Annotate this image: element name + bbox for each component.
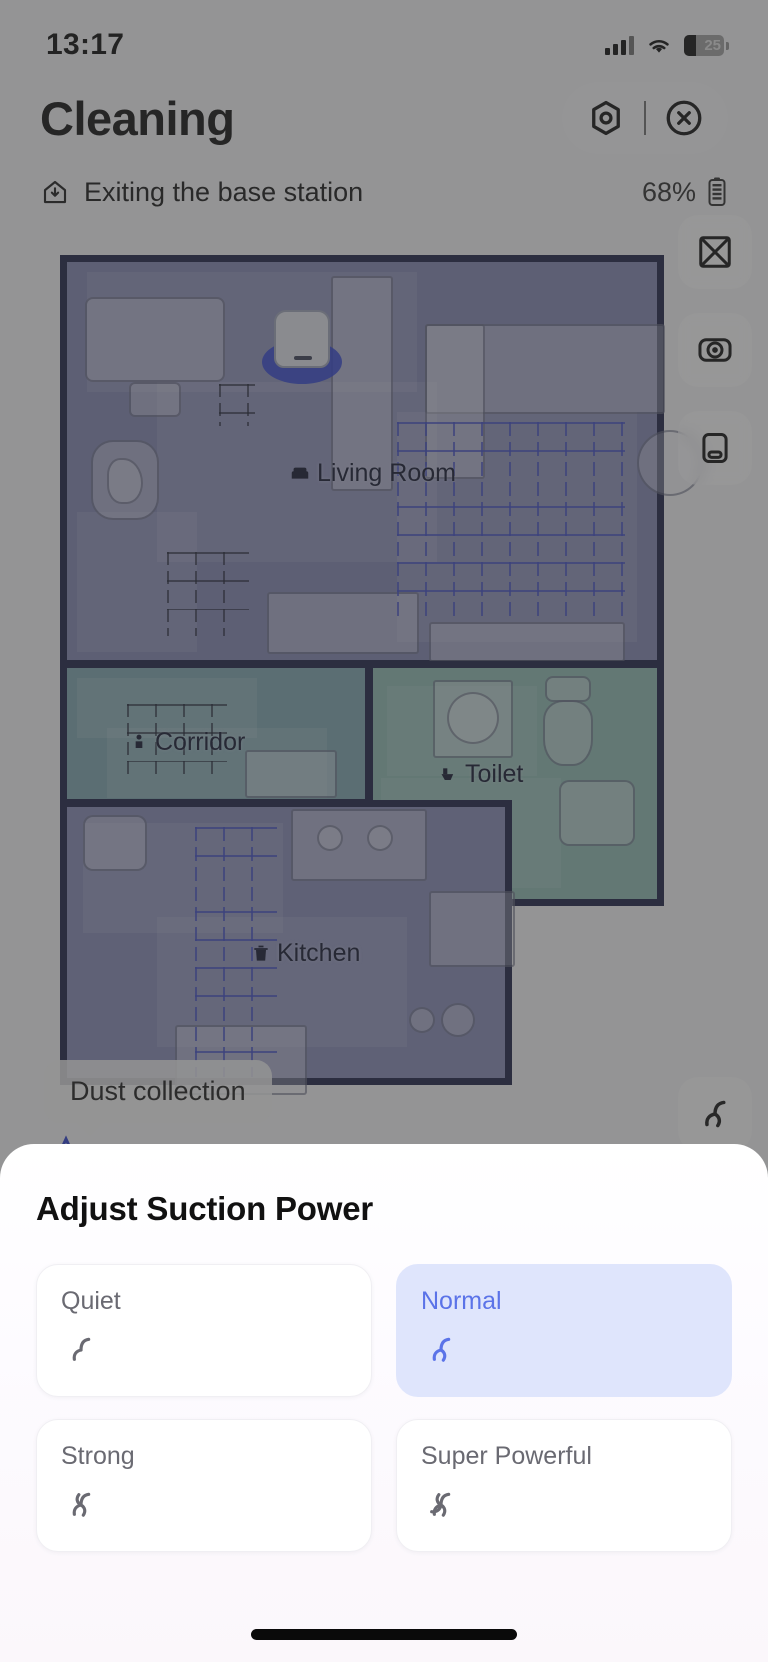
wifi-icon — [646, 36, 672, 55]
room-label-text: Corridor — [155, 728, 246, 756]
header-actions[interactable] — [562, 82, 728, 154]
battery-level-text: 25 — [704, 36, 721, 54]
battery-percent-text: 68% — [641, 176, 696, 207]
suction-mode-super-powerful[interactable]: Super Powerful — [396, 1419, 732, 1552]
battery-status: 68% — [642, 176, 728, 208]
furniture-tv-stand — [129, 382, 181, 417]
room-label-kitchen: Kitchen — [251, 939, 360, 968]
person-icon — [135, 734, 143, 748]
signal-bars-icon — [605, 35, 634, 55]
title-row: Cleaning — [40, 82, 728, 154]
mode-label: Super Powerful — [421, 1442, 592, 1470]
furniture-bench — [429, 622, 625, 662]
sofa-icon — [291, 467, 309, 479]
room-label-text: Toilet — [465, 760, 524, 788]
chair-pattern-2 — [167, 552, 249, 636]
suction-mode-grid[interactable]: Quiet Normal Strong Super Powerful — [36, 1264, 732, 1552]
status-left: Exiting the base station — [40, 177, 363, 208]
fan-icon — [705, 1100, 726, 1128]
fan-4-icon — [421, 1485, 461, 1525]
floor-plan[interactable]: Living Room Corridor Toilet Kitchen — [60, 255, 703, 1095]
status-bar: 13:17 25 — [0, 0, 768, 72]
suction-power-sheet: Adjust Suction Power Quiet Normal Strong… — [0, 1144, 768, 1662]
dock-station-icon — [702, 433, 728, 463]
furniture-fridge — [429, 891, 515, 967]
page-header: Cleaning Exiting the base station 68% — [0, 82, 768, 208]
home-indicator[interactable] — [251, 1629, 517, 1640]
furniture-appliance-2 — [441, 1003, 475, 1037]
fan-1-icon — [61, 1330, 101, 1370]
fan-3-icon — [61, 1485, 101, 1525]
fan-2-icon — [421, 1330, 461, 1370]
room-kitchen[interactable]: Kitchen — [60, 800, 515, 1095]
toilet-icon — [441, 767, 454, 780]
camera-view-icon — [698, 338, 732, 362]
header-divider — [644, 101, 646, 135]
close-button[interactable] — [656, 90, 712, 146]
battery-vertical-icon — [708, 177, 726, 206]
no-go-zone-icon — [699, 236, 731, 268]
partition-button[interactable] — [678, 215, 752, 289]
furniture-bathtub — [559, 780, 635, 846]
room-label-toilet: Toilet — [439, 760, 523, 789]
status-row: Exiting the base station 68% — [40, 176, 728, 208]
carpet-pattern-living — [397, 422, 625, 622]
sheet-title: Adjust Suction Power — [36, 1190, 374, 1227]
map-tools-rail[interactable] — [678, 215, 752, 485]
furniture-plant — [107, 458, 143, 504]
mode-label: Strong — [61, 1442, 135, 1470]
suction-mode-strong[interactable]: Strong — [36, 1419, 372, 1552]
battery-icon: 25 — [684, 34, 729, 56]
furniture-corridor-cabinet — [245, 750, 337, 798]
room-label-text: Kitchen — [277, 939, 361, 967]
room-living-room[interactable]: Living Room — [60, 255, 703, 667]
furniture-stove — [291, 809, 427, 881]
mode-label: Quiet — [61, 1287, 121, 1315]
status-bar-clock: 13:17 — [46, 28, 125, 61]
battery-fill — [684, 34, 696, 56]
chair-pattern-1 — [219, 384, 255, 426]
map-view-button[interactable] — [678, 313, 752, 387]
suction-mode-normal[interactable]: Normal — [396, 1264, 732, 1397]
furniture-tv — [85, 297, 225, 382]
phone-screen: Living Room Corridor Toilet Kitchen Dust… — [0, 0, 768, 1662]
map-container[interactable]: Living Room Corridor Toilet Kitchen Dust… — [0, 215, 768, 1172]
hexagon-settings-icon — [592, 100, 620, 136]
suction-mode-quiet[interactable]: Quiet — [36, 1264, 372, 1397]
furniture-burner-1 — [317, 825, 343, 851]
home-return-icon — [43, 180, 67, 204]
furniture-toilet-seat — [545, 676, 591, 702]
furniture-sink — [83, 815, 147, 871]
furniture-burner-2 — [367, 825, 393, 851]
trash-icon — [254, 945, 268, 961]
close-circle-icon — [666, 100, 702, 136]
furniture-appliance-1 — [409, 1007, 435, 1033]
robot-body — [274, 310, 330, 368]
room-corridor[interactable]: Corridor — [60, 661, 372, 806]
base-station-button[interactable] — [678, 411, 752, 485]
room-label-corridor: Corridor — [129, 728, 245, 757]
suction-power-button[interactable] — [678, 1077, 752, 1151]
furniture-washer-drum — [447, 692, 499, 744]
status-bar-icons: 25 — [605, 34, 729, 56]
furniture-toilet-bowl — [543, 700, 593, 766]
mode-label: Normal — [421, 1287, 502, 1315]
tooltip-text: Dust collection — [70, 1076, 246, 1106]
page-title: Cleaning — [40, 91, 235, 145]
robot-vacuum-marker[interactable] — [262, 310, 342, 384]
settings-button[interactable] — [578, 90, 634, 146]
room-label-living-room: Living Room — [289, 459, 456, 488]
dust-collection-tooltip: Dust collection — [44, 1060, 272, 1136]
room-label-text: Living Room — [317, 459, 456, 487]
status-text: Exiting the base station — [84, 176, 364, 207]
